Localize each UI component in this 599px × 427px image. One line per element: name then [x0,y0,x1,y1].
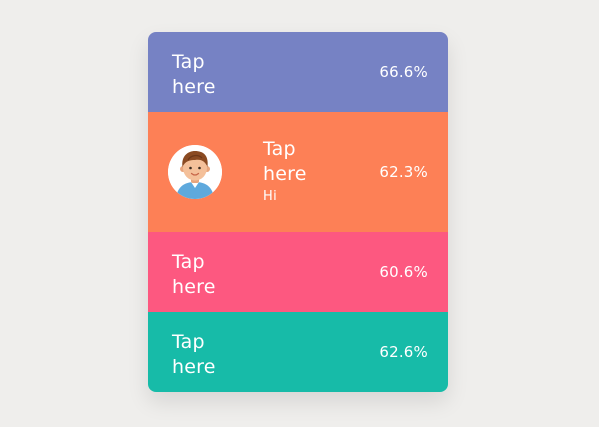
boy-avatar-icon [168,145,222,199]
list-item-label: Tap here [172,51,216,98]
list-item-subtext: Hi [263,189,277,204]
list-item-label: Tap here [263,138,307,185]
list-item-label: Tap here [172,251,216,298]
list-item-2[interactable]: Tap here Hi 62.3% [148,112,448,232]
list-item-4[interactable]: Tap here 62.6% [148,312,448,392]
list-item-percent: 62.6% [379,343,428,361]
list-item-percent: 60.6% [379,263,428,281]
list-item-1[interactable]: Tap here 66.6% [148,32,448,112]
list-item-label: Tap here [172,331,216,378]
list-item-percent: 62.3% [379,163,428,181]
list-item-3[interactable]: Tap here 60.6% [148,232,448,312]
list-item-percent: 66.6% [379,63,428,81]
list-card: Tap here 66.6% Tap here Hi 62.3% Tap her… [148,32,448,392]
